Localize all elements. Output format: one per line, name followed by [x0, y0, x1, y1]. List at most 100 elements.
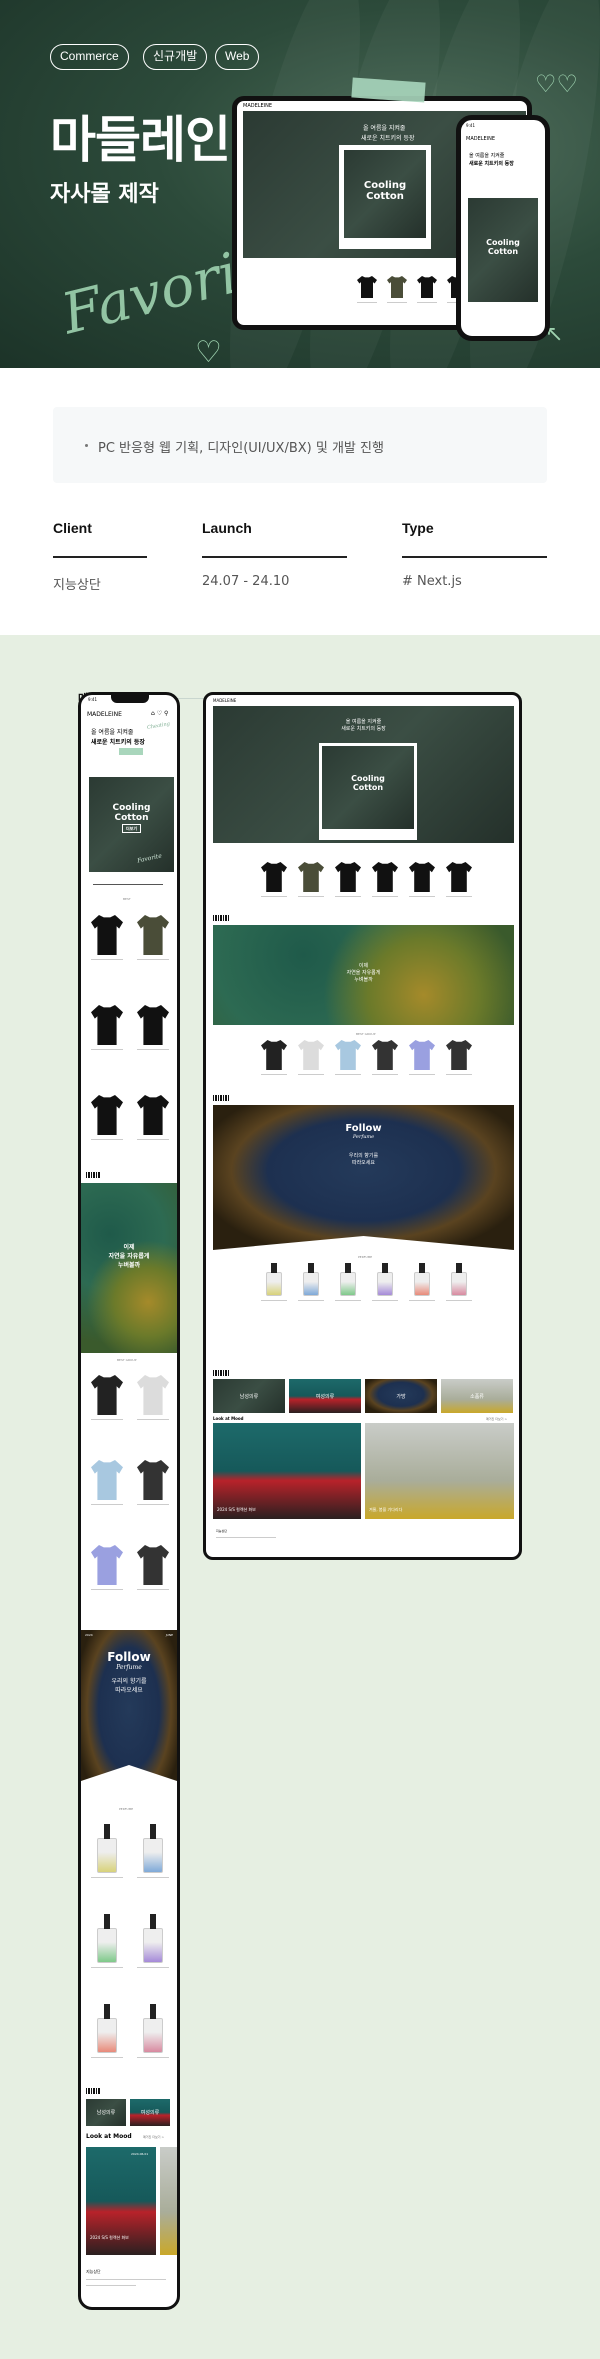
product-shirt[interactable] — [91, 915, 123, 955]
product-shirt[interactable] — [335, 1040, 361, 1070]
meta-label-type: Type — [402, 520, 434, 536]
product-perfume[interactable] — [303, 1263, 319, 1296]
product-shirt[interactable] — [446, 1040, 472, 1070]
product-shirt[interactable] — [298, 1040, 324, 1070]
follow-perfume-banner[interactable]: Follow Perfume 우리의 향기를 따라오세요 — [213, 1105, 514, 1250]
product-shirt[interactable] — [91, 1460, 123, 1500]
footer-text — [86, 2285, 136, 2286]
product-perfume[interactable] — [97, 2004, 117, 2053]
product-caption — [417, 302, 437, 303]
category-tile[interactable]: 남성의류 — [213, 1379, 285, 1413]
product-shirt[interactable] — [261, 1040, 287, 1070]
product-shirt[interactable] — [91, 1095, 123, 1135]
product-caption — [91, 1139, 123, 1140]
header-icons[interactable]: ⌂ ♡ ⚲ — [151, 710, 168, 717]
mood-card[interactable]: 겨울, 봄을 기다리다 — [365, 1423, 514, 1519]
product-perfume[interactable] — [143, 1914, 163, 1963]
bottle-cap — [149, 1914, 157, 1929]
product-caption — [137, 1419, 169, 1420]
product-shirt[interactable] — [372, 1040, 398, 1070]
barcode-decor — [86, 1172, 101, 1178]
category-tile[interactable]: 여성의류 — [130, 2099, 170, 2126]
product-shirt[interactable] — [137, 1375, 169, 1415]
category-tile[interactable]: 여성의류 — [289, 1379, 361, 1413]
slider[interactable] — [93, 884, 163, 885]
product-perfume[interactable] — [143, 1824, 163, 1873]
barcode-decor — [213, 1095, 230, 1101]
product-shirt[interactable] — [335, 862, 361, 892]
product-caption — [91, 1419, 123, 1420]
category-tile[interactable]: 남성의류 — [86, 2099, 126, 2126]
banner-card: Cooling Cotton — [339, 145, 431, 249]
product-shirt[interactable] — [137, 1460, 169, 1500]
best-label: BEST — [123, 897, 131, 901]
heart-icon: ♡ — [195, 335, 222, 368]
product-perfume[interactable] — [377, 1263, 393, 1296]
product-shirt[interactable] — [137, 1005, 169, 1045]
product-shirt[interactable] — [91, 1005, 123, 1045]
tag-new-dev: 신규개발 — [143, 44, 208, 70]
product-perfume[interactable] — [143, 2004, 163, 2053]
banner-image: Cooling Cotton — [344, 150, 426, 238]
product-shirt[interactable] — [261, 862, 287, 892]
product-caption — [298, 1074, 324, 1075]
product-shirt[interactable] — [91, 1545, 123, 1585]
product-caption — [137, 1049, 169, 1050]
banner-button[interactable]: 더보기 — [121, 824, 142, 833]
heart-icon: ♡♡ — [535, 70, 579, 98]
mood-card[interactable]: 2024 S/S 컬렉션 화보 — [213, 1423, 361, 1519]
headline: 올 여름을 지켜줄 — [91, 729, 134, 736]
product-caption — [137, 959, 169, 960]
product-shirt[interactable] — [387, 276, 407, 298]
meta-value-type: # Next.js — [402, 574, 462, 589]
bottle-cap — [308, 1263, 314, 1274]
product-shirt[interactable] — [417, 276, 437, 298]
banner-image[interactable]: Cooling Cotton 더보기 Favorite — [89, 777, 174, 872]
summary-box: PC 반응형 웹 기획, 디자인(UI/UX/BX) 및 개발 진행 — [53, 407, 547, 483]
product-shirt[interactable] — [409, 1040, 435, 1070]
product-shirt[interactable] — [357, 276, 377, 298]
product-shirt[interactable] — [372, 862, 398, 892]
product-perfume[interactable] — [97, 1824, 117, 1873]
product-shirt[interactable] — [137, 1095, 169, 1135]
hero-banner: Commerce 신규개발 Web 마들레인 자사몰 제작 Favorite ♡… — [0, 0, 600, 368]
banner-card[interactable]: Cooling Cotton — [319, 743, 417, 840]
product-perfume[interactable] — [97, 1914, 117, 1963]
brand-logo[interactable]: MADELEINE — [87, 711, 122, 718]
category-tile[interactable]: 가방 — [365, 1379, 437, 1413]
status-time: 9:41 — [88, 697, 97, 702]
mood-card[interactable] — [160, 2147, 177, 2255]
product-row — [261, 862, 481, 922]
product-perfume[interactable] — [266, 1263, 282, 1296]
product-caption — [261, 1074, 287, 1075]
product-perfume[interactable] — [340, 1263, 356, 1296]
product-caption — [91, 1589, 123, 1590]
brand-logo[interactable]: MADELEINE — [213, 698, 236, 703]
follow-perfume-banner[interactable]: 2024 JUNE Follow Perfume 우리의 향기를 따라오세요 — [81, 1630, 177, 1805]
product-shirt[interactable] — [137, 915, 169, 955]
product-perfume[interactable] — [414, 1263, 430, 1296]
bottle-cap — [271, 1263, 277, 1274]
product-shirt[interactable] — [446, 862, 472, 892]
category-tile[interactable]: 소품류 — [441, 1379, 513, 1413]
follow-month: JUNE — [165, 1633, 173, 1637]
forest-banner[interactable]: 이제 자연을 자유롭게 누벼볼까 — [213, 925, 514, 1025]
project-subtitle: 자사몰 제작 — [50, 182, 159, 207]
mood-more-link[interactable]: 매거진 더보기 > — [143, 2135, 164, 2139]
mood-more-link[interactable]: 매거진 더보기 > — [486, 1417, 507, 1421]
tag-web: Web — [215, 44, 260, 70]
product-shirt[interactable] — [298, 862, 324, 892]
meta-label-client: Client — [53, 520, 92, 536]
divider — [53, 556, 147, 558]
product-shirt[interactable] — [409, 862, 435, 892]
follow-title: Follow — [107, 1650, 151, 1664]
brand-logo: MADELEINE — [466, 136, 496, 142]
product-shirt[interactable] — [137, 1545, 169, 1585]
product-caption — [335, 896, 361, 897]
product-perfume[interactable] — [451, 1263, 467, 1296]
product-shirt[interactable] — [91, 1375, 123, 1415]
forest-banner[interactable]: 이제 자연을 자유롭게 누벼볼까 — [81, 1183, 177, 1353]
mood-card[interactable]: 2024 S/S 컬렉션 화보 2024.06.01 — [86, 2147, 156, 2255]
product-caption — [446, 896, 472, 897]
product-caption — [137, 2057, 169, 2058]
